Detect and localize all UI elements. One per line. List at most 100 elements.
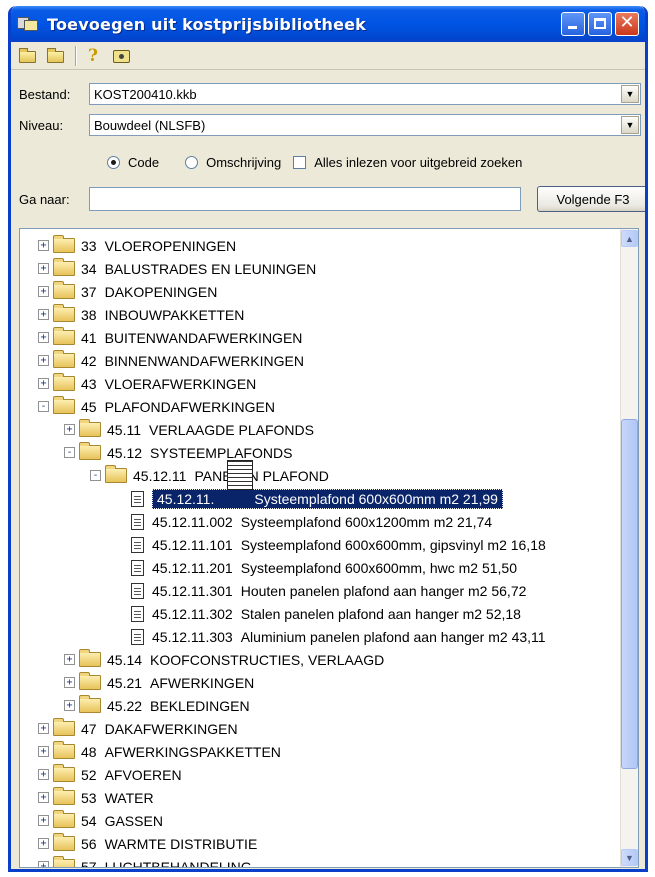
chevron-down-icon[interactable]: ▼ (621, 85, 639, 103)
tree-node[interactable]: 45.12.11.303 Aluminium panelen plafond aa… (20, 625, 620, 648)
omschrijving-radio[interactable] (185, 156, 199, 169)
code-radio-label[interactable]: Code (128, 155, 159, 170)
tree-node[interactable]: 45.12.11.002 Systeemplafond 600x1200mm m2… (20, 510, 620, 533)
expand-icon[interactable]: + (64, 677, 75, 688)
bestand-combo[interactable]: KOST200410.kkb ▼ (89, 83, 641, 105)
tree-node-label: 45.22 BEKLEDINGEN (107, 697, 250, 714)
open-folder-button[interactable] (45, 46, 67, 66)
folder-icon (79, 672, 101, 690)
expand-icon[interactable]: + (38, 240, 49, 251)
collapse-icon[interactable]: - (90, 470, 101, 481)
maximize-icon (594, 18, 606, 29)
niveau-combo[interactable]: Bouwdeel (NLSFB) ▼ (89, 114, 641, 136)
folder-icon (79, 419, 101, 437)
collapse-icon[interactable]: - (38, 401, 49, 412)
tree-node[interactable]: +56 WARMTE DISTRIBUTIE (20, 832, 620, 855)
tree-node[interactable]: +42 BINNENWANDAFWERKINGEN (20, 349, 620, 372)
folder-icon (53, 281, 75, 299)
tree-node[interactable]: +38 INBOUWPAKKETTEN (20, 303, 620, 326)
expand-icon[interactable]: + (64, 700, 75, 711)
camera-button[interactable] (111, 46, 133, 66)
minimize-button[interactable] (561, 12, 585, 36)
close-button[interactable]: ✕ (615, 12, 639, 36)
folder-icon (53, 396, 75, 414)
goto-input[interactable] (89, 187, 521, 211)
camera-icon (113, 49, 130, 63)
tree-node[interactable]: +43 VLOERAFWERKINGEN (20, 372, 620, 395)
title-bar[interactable]: Toevoegen uit kostprijsbibliotheek ✕ (11, 6, 645, 42)
chevron-down-icon[interactable]: ▼ (621, 116, 639, 134)
folder-icon (53, 787, 75, 805)
tree-node[interactable]: +45.22 BEKLEDINGEN (20, 694, 620, 717)
tree-node[interactable]: -45.12.11 PANELEN PLAFOND (20, 464, 620, 487)
tree-node[interactable]: +52 AFVOEREN (20, 763, 620, 786)
collapse-icon[interactable]: - (64, 447, 75, 458)
tree-node[interactable]: 45.12.11.302 Stalen panelen plafond aan h… (20, 602, 620, 625)
folder-icon (53, 327, 75, 345)
alles-inlezen-label[interactable]: Alles inlezen voor uitgebreid zoeken (314, 155, 522, 170)
tree-node[interactable]: +54 GASSEN (20, 809, 620, 832)
tree-node[interactable]: +33 VLOEROPENINGEN (20, 234, 620, 257)
tree-node[interactable]: +45.11 VERLAAGDE PLAFONDS (20, 418, 620, 441)
new-folder-button[interactable] (17, 46, 39, 66)
tree-node[interactable]: +57 LUCHTBEHANDELING (20, 855, 620, 867)
tree-node[interactable]: +45.21 AFWERKINGEN (20, 671, 620, 694)
cost-tree[interactable]: +33 VLOEROPENINGEN +34 BALUSTRADES EN LEUNI… (19, 228, 639, 868)
tree-node-label: 45.14 KOOFCONSTRUCTIES, VERLAAGD (107, 651, 385, 668)
tree-node[interactable]: +47 DAKAFWERKINGEN (20, 717, 620, 740)
tree-node[interactable]: +37 DAKOPENINGEN (20, 280, 620, 303)
folder-icon (79, 695, 101, 713)
tree-node[interactable]: 45.12.11.301 Houten panelen plafond aan h… (20, 579, 620, 602)
alles-inlezen-checkbox[interactable] (293, 156, 307, 169)
omschrijving-radio-label[interactable]: Omschrijving (206, 155, 281, 170)
expand-icon[interactable]: + (38, 861, 49, 867)
tree-node[interactable]: 45.12.11.101 Systeemplafond 600x600mm, gi… (20, 533, 620, 556)
maximize-button[interactable] (588, 12, 612, 36)
toolbar: ? (11, 42, 645, 70)
tree-node-label: 53 WATER (81, 789, 154, 806)
scroll-down-button[interactable]: ▼ (621, 849, 638, 866)
tree-node[interactable]: +53 WATER (20, 786, 620, 809)
tree-node[interactable]: +34 BALUSTRADES EN LEUNINGEN (20, 257, 620, 280)
expand-icon[interactable]: + (38, 378, 49, 389)
expand-icon[interactable]: + (38, 286, 49, 297)
expand-icon[interactable]: + (38, 355, 49, 366)
tree-node-label: 45.12.11.002 Systeemplafond 600x1200mm m2… (152, 513, 493, 530)
tree-node[interactable]: +41 BUITENWANDAFWERKINGEN (20, 326, 620, 349)
expand-icon[interactable]: + (64, 424, 75, 435)
expand-icon[interactable]: + (38, 838, 49, 849)
tree-node-label: 45.11 VERLAAGDE PLAFONDS (107, 421, 314, 438)
tree-node[interactable]: +45.14 KOOFCONSTRUCTIES, VERLAAGD (20, 648, 620, 671)
tree-node-label: 41 BUITENWANDAFWERKINGEN (81, 329, 303, 346)
tree-node[interactable]: 45.12.11.201 Systeemplafond 600x600mm, hw… (20, 556, 620, 579)
next-button[interactable]: Volgende F3 (537, 186, 645, 212)
folder-icon (53, 764, 75, 782)
tree-node-label: 45.12.11.303 Aluminium panelen plafond aa… (152, 628, 546, 645)
expand-icon[interactable]: + (38, 332, 49, 343)
folder-icon (53, 718, 75, 736)
folder-icon (79, 649, 101, 667)
tree-node[interactable]: - 45 PLAFONDAFWERKINGEN (20, 395, 620, 418)
tree-node-label: 42 BINNENWANDAFWERKINGEN (81, 352, 304, 369)
window-title: Toevoegen uit kostprijsbibliotheek (47, 14, 367, 34)
tree-node[interactable]: +48 AFWERKINGSPAKKETTEN (20, 740, 620, 763)
expand-icon[interactable]: + (38, 792, 49, 803)
tree-node[interactable]: - 45.12 SYSTEEMPLAFONDS (20, 441, 620, 464)
tree-node[interactable]: 45.12.11. Systeemplafond 600x600mm m2 21,… (20, 487, 620, 510)
help-button[interactable]: ? (83, 46, 105, 66)
document-icon (131, 559, 144, 576)
expand-icon[interactable]: + (38, 815, 49, 826)
code-radio[interactable] (107, 156, 120, 169)
folder-icon (105, 465, 127, 483)
expand-icon[interactable]: + (38, 746, 49, 757)
scroll-up-button[interactable]: ▲ (621, 230, 638, 247)
expand-icon[interactable]: + (38, 263, 49, 274)
bestand-label: Bestand: (19, 86, 71, 102)
vertical-scrollbar[interactable]: ▲ ▼ (620, 229, 638, 867)
scroll-thumb[interactable] (621, 419, 638, 769)
expand-icon[interactable]: + (64, 654, 75, 665)
expand-icon[interactable]: + (38, 723, 49, 734)
expand-icon[interactable]: + (38, 309, 49, 320)
search-options: Code Omschrijving Alles inlezen voor uit… (107, 155, 522, 170)
expand-icon[interactable]: + (38, 769, 49, 780)
